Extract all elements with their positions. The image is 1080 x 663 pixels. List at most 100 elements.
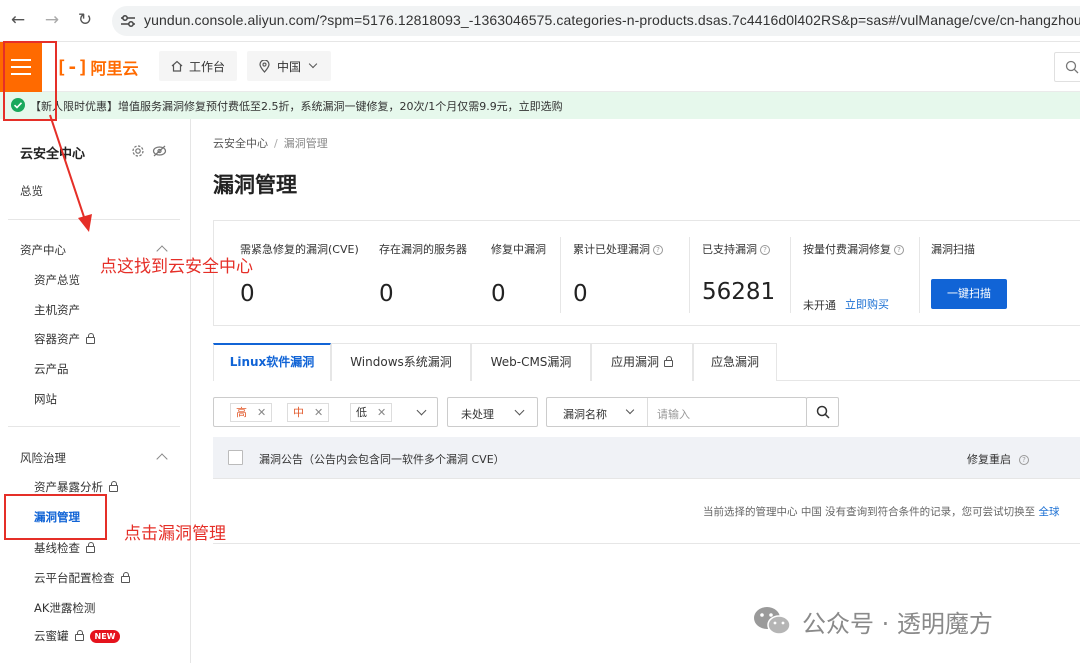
sidebar-item-websites[interactable]: 网站 <box>34 391 57 407</box>
level-chip-high[interactable]: 高 ✕ <box>230 403 273 422</box>
stat-value[interactable]: 0 <box>379 281 394 307</box>
stat-label: 修复中漏洞 <box>491 243 546 256</box>
console-header: [-] 阿里云 工作台 中国 <box>0 42 1080 92</box>
help-icon[interactable]: ? <box>760 245 770 255</box>
location-pin-icon <box>259 59 270 73</box>
breadcrumb-separator: / <box>274 137 278 150</box>
logo-text: 阿里云 <box>90 59 139 78</box>
promo-banner[interactable]: 【新人限时优惠】增值服务漏洞修复预付费低至2.5折，系统漏洞一键修复，20次/1… <box>0 92 1080 119</box>
promo-text: 【新人限时优惠】增值服务漏洞修复预付费低至2.5折，系统漏洞一键修复，20次/1… <box>30 100 563 113</box>
search-icon <box>816 405 830 419</box>
sidebar-group-risk-governance[interactable]: 风险治理 <box>20 450 66 466</box>
search-button[interactable] <box>806 397 839 427</box>
select-all-checkbox[interactable] <box>228 450 243 465</box>
reload-icon[interactable]: ↻ <box>75 10 95 30</box>
help-icon[interactable]: ? <box>1019 455 1029 465</box>
close-icon[interactable]: ✕ <box>257 406 266 419</box>
workbench-label: 工作台 <box>189 59 226 74</box>
sidebar-divider <box>8 426 180 427</box>
hide-eye-icon[interactable] <box>152 145 167 157</box>
switch-global-link[interactable]: 全球 <box>1039 506 1060 518</box>
stat-label: 已支持漏洞? <box>702 241 770 257</box>
level-chip-medium[interactable]: 中 ✕ <box>287 403 330 422</box>
tab-app-vuln[interactable]: 应用漏洞 <box>591 343 693 381</box>
stats-panel: 需紧急修复的漏洞(CVE) 0 存在漏洞的服务器 0 修复中漏洞 0 累计已处理… <box>213 220 1080 326</box>
stat-value[interactable]: 0 <box>491 281 506 307</box>
site-settings-icon[interactable] <box>120 14 136 28</box>
status-select[interactable]: 未处理 <box>447 397 538 427</box>
tab-linux[interactable]: Linux软件漏洞 <box>213 343 331 381</box>
search-input[interactable]: 请输入 <box>657 406 690 422</box>
header-search-input[interactable] <box>1054 52 1080 82</box>
tab-web-cms[interactable]: Web-CMS漏洞 <box>471 343 591 381</box>
stat-label-text: 按量付费漏洞修复 <box>803 243 891 256</box>
chevron-down-icon[interactable] <box>625 405 635 415</box>
empty-state-text: 当前选择的管理中心 中国 没有查询到符合条件的记录，您可尝试切换至 <box>703 506 1036 518</box>
sidebar-item-host-assets[interactable]: 主机资产 <box>34 302 80 318</box>
tab-windows[interactable]: Windows系统漏洞 <box>331 343 471 381</box>
aliyun-logo[interactable]: [-] 阿里云 <box>56 56 139 79</box>
close-icon[interactable]: ✕ <box>314 406 323 419</box>
buy-now-link[interactable]: 立即购买 <box>845 296 889 312</box>
sidebar-item-honeypot[interactable]: 云蜜罐 NEW <box>34 628 121 644</box>
sidebar-item-ak-leak[interactable]: AK泄露检测 <box>34 600 95 616</box>
breadcrumb-root[interactable]: 云安全中心 <box>213 137 268 150</box>
empty-state-message: 当前选择的管理中心 中国 没有查询到符合条件的记录，您可尝试切换至 全球 <box>703 504 1060 519</box>
region-label: 中国 <box>277 59 302 74</box>
help-icon[interactable]: ? <box>894 245 904 255</box>
column-header-reboot[interactable]: 修复重启? <box>967 451 1029 467</box>
chip-label: 低 <box>356 406 367 419</box>
chevron-down-icon <box>416 405 427 416</box>
stat-label-text: 累计已处理漏洞 <box>573 243 650 256</box>
annotation-find-center: 点这找到云安全中心 <box>100 257 253 277</box>
address-bar[interactable]: yundun.console.aliyun.com/?spm=5176.1281… <box>112 6 1080 36</box>
level-chip-low[interactable]: 低 ✕ <box>350 403 393 422</box>
highlight-box-menu <box>3 41 57 121</box>
chip-label: 中 <box>293 406 304 419</box>
divider <box>689 237 690 313</box>
level-multiselect[interactable]: 高 ✕ 中 ✕ 低 ✕ <box>213 397 438 427</box>
chevron-down-icon <box>308 59 318 69</box>
stat-value[interactable]: 0 <box>573 281 588 307</box>
one-click-scan-button[interactable]: 一键扫描 <box>931 279 1007 309</box>
lock-icon <box>86 542 95 553</box>
help-icon[interactable]: ? <box>653 245 663 255</box>
sidebar-item-exposure-analysis[interactable]: 资产暴露分析 <box>34 479 118 495</box>
table-header: 漏洞公告（公告内会包含同一软件多个漏洞 CVE） 修复重启? <box>213 437 1080 479</box>
status-value: 未处理 <box>461 408 494 421</box>
back-arrow-icon[interactable]: ← <box>8 10 28 30</box>
sidebar-item-label: 云蜜罐 <box>34 629 69 643</box>
tab-emergency[interactable]: 应急漏洞 <box>693 343 777 381</box>
divider <box>213 543 1080 544</box>
sidebar-item-container-assets[interactable]: 容器资产 <box>34 331 95 347</box>
divider <box>790 237 791 313</box>
sidebar-item-cloud-config-check[interactable]: 云平台配置检查 <box>34 570 130 586</box>
annotation-arrow-icon <box>49 114 92 232</box>
search-icon <box>1065 60 1079 74</box>
sidebar-item-cloud-products[interactable]: 云产品 <box>34 361 69 377</box>
sidebar-item-label: 云平台配置检查 <box>34 571 115 585</box>
region-selector[interactable]: 中国 <box>247 51 331 81</box>
sidebar-group-asset-center[interactable]: 资产中心 <box>20 242 66 258</box>
divider <box>647 398 648 426</box>
sidebar-item-label: 基线检查 <box>34 541 80 555</box>
search-field-select[interactable]: 漏洞名称 <box>563 406 607 422</box>
column-header-notice: 漏洞公告（公告内会包含同一软件多个漏洞 CVE） <box>259 453 505 466</box>
home-icon <box>171 60 183 72</box>
sidebar-item-asset-overview[interactable]: 资产总览 <box>34 272 80 288</box>
payg-status: 未开通 <box>803 299 836 312</box>
stat-value[interactable]: 0 <box>240 281 255 307</box>
sidebar-item-baseline-check[interactable]: 基线检查 <box>34 540 95 556</box>
gear-icon[interactable] <box>131 144 145 158</box>
stat-label: 按量付费漏洞修复? <box>803 241 904 257</box>
sidebar-item-label: 资产暴露分析 <box>34 480 103 494</box>
close-icon[interactable]: ✕ <box>377 406 386 419</box>
main-content: 云安全中心 / 漏洞管理 漏洞管理 需紧急修复的漏洞(CVE) 0 存在漏洞的服务器… <box>191 119 1080 663</box>
divider <box>919 237 920 313</box>
watermark-text: 公众号 · 透明魔方 <box>802 609 993 638</box>
chevron-up-icon[interactable] <box>156 453 168 465</box>
forward-arrow-icon[interactable]: → <box>42 10 62 30</box>
stat-label: 存在漏洞的服务器 <box>379 243 467 256</box>
workbench-button[interactable]: 工作台 <box>159 51 237 81</box>
lock-icon <box>664 356 673 367</box>
